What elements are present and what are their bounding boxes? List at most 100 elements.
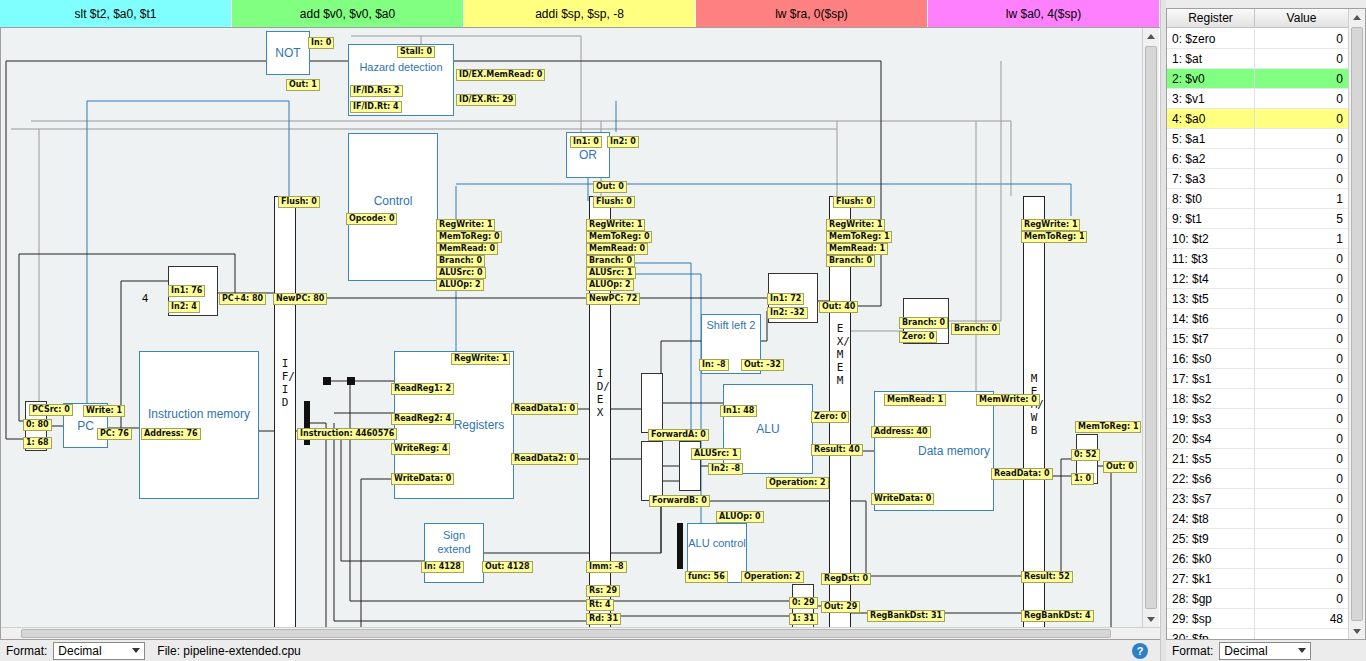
wire	[949, 61, 1001, 321]
pin-value: In2: -32	[767, 307, 808, 319]
register-value: 0	[1255, 289, 1348, 309]
pin-value: Out: 0	[1103, 461, 1137, 473]
wire	[663, 466, 679, 467]
datapath-diagram[interactable]: IF/IDID/EXEX/MEMMEM/WBNOTHazard detectio…	[1, 28, 1142, 627]
wire	[87, 101, 289, 196]
diagram-frame: IF/IDID/EXEX/MEMMEM/WBNOTHazard detectio…	[0, 27, 1160, 640]
pin-value: 1: 0	[1071, 473, 1094, 485]
pin-value: Out: 4128	[482, 561, 533, 573]
component-block[interactable]: ALU	[723, 384, 813, 474]
scroll-thumb[interactable]	[1351, 27, 1363, 621]
format-label: Format:	[1172, 644, 1213, 658]
pin-value: Out: 0	[593, 181, 627, 193]
wire	[456, 184, 1071, 216]
register-value: 0	[1255, 389, 1348, 409]
wire	[611, 459, 641, 460]
pin-value: ReadData2: 0	[511, 453, 578, 465]
wire	[611, 601, 792, 602]
register-name: 0: $zero	[1167, 29, 1255, 49]
scroll-down-icon[interactable]	[1349, 623, 1365, 639]
register-value: 0	[1255, 569, 1348, 589]
component-title: Sign extend	[425, 528, 483, 556]
stage-instruction: add $v0, $v0, $a0	[232, 0, 464, 27]
pin-value: ID/EX.MemRead: 0	[456, 69, 545, 81]
pin-value: ALUSrc: 1	[586, 267, 636, 279]
constant-label: 4	[142, 292, 148, 304]
pin-value: RegDst: 0	[821, 573, 871, 585]
pin-value: In: -8	[699, 359, 729, 371]
wire	[310, 423, 326, 627]
pin-value: RegWrite: 1	[826, 219, 885, 231]
register-name: 5: $a1	[1167, 129, 1255, 149]
register-name: 18: $s2	[1167, 389, 1255, 409]
component-block[interactable]: NOT	[266, 31, 310, 75]
format-select[interactable]: Decimal	[1219, 642, 1311, 660]
register-name: 28: $gp	[1167, 589, 1255, 609]
diagram-row: IF/IDID/EXEX/MEMMEM/WBNOTHazard detectio…	[1, 28, 1160, 627]
horizontal-scrollbar[interactable]	[1, 627, 1160, 639]
register-value: 0	[1255, 449, 1348, 469]
wire	[663, 403, 723, 404]
column-header[interactable]: Value	[1255, 9, 1348, 28]
pin-value: WriteReg: 4	[391, 443, 450, 455]
pin-value: PCSrc: 0	[29, 404, 73, 416]
register-name: 2: $v0	[1167, 69, 1255, 89]
register-value: 0	[1255, 169, 1348, 189]
pin-value: Branch: 0	[436, 255, 485, 267]
component-title: PC	[77, 419, 94, 433]
pin-value: Imm: -8	[586, 561, 627, 573]
pin-value: ALUOp: 0	[716, 511, 764, 523]
pin-value: NewPC: 72	[586, 293, 640, 305]
pin-value: WriteData: 0	[871, 493, 934, 505]
pin-value: ALUSrc: 1	[691, 448, 741, 460]
pin-value: Branch: 0	[586, 255, 635, 267]
wire	[976, 121, 977, 391]
pin-value: RegWrite: 1	[586, 219, 645, 231]
scroll-thumb[interactable]	[1145, 46, 1157, 609]
wire	[611, 274, 701, 523]
forward-b-mux[interactable]	[641, 441, 663, 501]
scroll-down-icon[interactable]	[1143, 611, 1159, 627]
forward-a-mux[interactable]	[641, 373, 663, 433]
scroll-up-icon[interactable]	[1143, 28, 1159, 44]
scroll-up-icon[interactable]	[1349, 9, 1365, 25]
column-header[interactable]: Register	[1167, 9, 1255, 28]
register-panel: RegisterValue0: $zero01: $at02: $v003: $…	[1166, 0, 1366, 661]
pin-value: In1: 76	[168, 285, 205, 297]
pin-value: In1: 72	[767, 293, 804, 305]
pin-value: ALUSrc: 0	[436, 267, 486, 279]
format-select[interactable]: Decimal	[53, 642, 145, 660]
register-name: 17: $s1	[1167, 369, 1255, 389]
register-value: 1	[1255, 189, 1348, 209]
pipeline-register-label: IF/ID	[282, 357, 289, 409]
wire	[837, 121, 838, 196]
wire	[484, 553, 589, 554]
register-value: 0	[1255, 249, 1348, 269]
register-value: 0	[1255, 369, 1348, 389]
component-title: NOT	[275, 46, 300, 60]
pin-value: ForwardA: 0	[648, 429, 709, 441]
vertical-scrollbar[interactable]	[1348, 9, 1365, 639]
component-title: Registers	[454, 418, 505, 432]
register-name: 20: $s4	[1167, 429, 1255, 449]
vertical-scrollbar[interactable]	[1142, 28, 1159, 627]
register-value: 0	[1255, 329, 1348, 349]
pipeline-register[interactable]: MEM/WB	[1023, 196, 1045, 627]
pipeline-register[interactable]: IF/ID	[274, 196, 296, 627]
pin-value: 1: 68	[23, 437, 52, 449]
component-block[interactable]: Control	[348, 133, 438, 281]
register-name: 8: $t0	[1167, 189, 1255, 209]
help-icon[interactable]: ?	[1132, 643, 1148, 659]
pin-value: Result: 52	[1021, 571, 1073, 583]
component-block[interactable]: Instruction memory	[139, 351, 259, 499]
component-block[interactable]: Sign extend	[424, 523, 484, 583]
register-value: 0	[1255, 129, 1348, 149]
scroll-thumb[interactable]	[21, 629, 1111, 638]
pin-value: Out: 29	[821, 601, 860, 613]
pin-value: Flush: 0	[593, 196, 635, 208]
pin-value: MemToReg: 1	[1021, 231, 1087, 243]
pipeline-register-label: ID/EX	[597, 367, 604, 419]
register-name: 29: $sp	[1167, 609, 1255, 629]
register-value: 0	[1255, 309, 1348, 329]
register-value: 0	[1255, 69, 1348, 89]
